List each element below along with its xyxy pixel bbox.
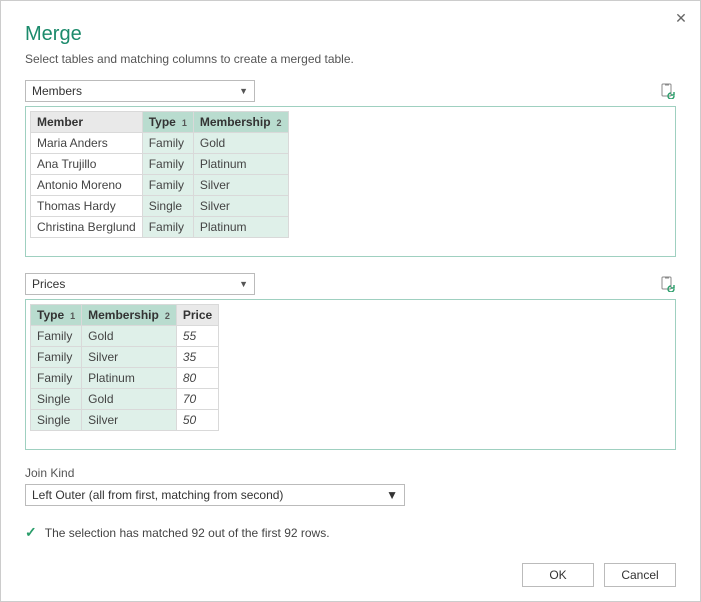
dialog-subtitle: Select tables and matching columns to cr… <box>25 52 676 66</box>
table-cell: 50 <box>176 410 218 431</box>
table-cell: Antonio Moreno <box>31 175 143 196</box>
table-cell: Silver <box>193 175 288 196</box>
column-header[interactable]: Type1 <box>142 112 193 133</box>
match-order-badge: 1 <box>64 311 75 321</box>
table1-dropdown-value: Members <box>32 84 82 98</box>
table-cell: Gold <box>82 326 177 347</box>
table-row[interactable]: SingleGold70 <box>31 389 219 410</box>
column-header[interactable]: Type1 <box>31 305 82 326</box>
table-row[interactable]: Thomas HardySingleSilver <box>31 196 289 217</box>
table-row[interactable]: Ana TrujilloFamilyPlatinum <box>31 154 289 175</box>
table-cell: Family <box>142 175 193 196</box>
ok-button[interactable]: OK <box>522 563 594 587</box>
refresh-preview-icon[interactable] <box>660 276 676 292</box>
table-cell: Family <box>31 368 82 389</box>
join-kind-label: Join Kind <box>25 466 676 480</box>
table1-grid[interactable]: MemberType1Membership2Maria AndersFamily… <box>30 111 289 238</box>
table2-grid[interactable]: Type1Membership2PriceFamilyGold55FamilyS… <box>30 304 219 431</box>
table-cell: Platinum <box>193 154 288 175</box>
table-cell: 35 <box>176 347 218 368</box>
table-cell: Gold <box>193 133 288 154</box>
table-row[interactable]: FamilyGold55 <box>31 326 219 347</box>
table1-preview: MemberType1Membership2Maria AndersFamily… <box>25 106 676 257</box>
table-cell: Silver <box>193 196 288 217</box>
merge-dialog: ✕ Merge Select tables and matching colum… <box>0 0 701 602</box>
table-row[interactable]: FamilyPlatinum80 <box>31 368 219 389</box>
table-row[interactable]: FamilySilver35 <box>31 347 219 368</box>
table-cell: Gold <box>82 389 177 410</box>
table2-preview: Type1Membership2PriceFamilyGold55FamilyS… <box>25 299 676 450</box>
table-cell: 80 <box>176 368 218 389</box>
table-cell: Silver <box>82 410 177 431</box>
table-cell: Family <box>31 326 82 347</box>
table-cell: Family <box>31 347 82 368</box>
match-order-badge: 2 <box>159 311 170 321</box>
check-icon: ✓ <box>25 524 37 541</box>
table-cell: Christina Berglund <box>31 217 143 238</box>
match-order-badge: 1 <box>176 118 187 128</box>
table-cell: 55 <box>176 326 218 347</box>
match-status: ✓ The selection has matched 92 out of th… <box>25 524 676 541</box>
column-header[interactable]: Membership2 <box>193 112 288 133</box>
table-cell: Family <box>142 154 193 175</box>
table-row[interactable]: Antonio MorenoFamilySilver <box>31 175 289 196</box>
table-cell: Family <box>142 133 193 154</box>
table-cell: Maria Anders <box>31 133 143 154</box>
refresh-preview-icon[interactable] <box>660 83 676 99</box>
table-row[interactable]: Christina BerglundFamilyPlatinum <box>31 217 289 238</box>
cancel-button[interactable]: Cancel <box>604 563 676 587</box>
table-cell: Single <box>31 410 82 431</box>
table2-dropdown-value: Prices <box>32 277 65 291</box>
table2-dropdown[interactable]: Prices ▼ <box>25 273 255 295</box>
chevron-down-icon: ▼ <box>239 279 248 289</box>
join-kind-value: Left Outer (all from first, matching fro… <box>32 488 283 502</box>
column-header[interactable]: Price <box>176 305 218 326</box>
table-cell: Single <box>31 389 82 410</box>
table1-dropdown[interactable]: Members ▼ <box>25 80 255 102</box>
close-icon[interactable]: ✕ <box>670 7 692 29</box>
chevron-down-icon: ▼ <box>386 488 398 502</box>
table-cell: Platinum <box>193 217 288 238</box>
dialog-title: Merge <box>25 23 676 46</box>
column-header[interactable]: Member <box>31 112 143 133</box>
table-cell: Family <box>142 217 193 238</box>
table-cell: Ana Trujillo <box>31 154 143 175</box>
column-header[interactable]: Membership2 <box>82 305 177 326</box>
table-cell: 70 <box>176 389 218 410</box>
table-cell: Single <box>142 196 193 217</box>
table-cell: Silver <box>82 347 177 368</box>
chevron-down-icon: ▼ <box>239 86 248 96</box>
match-status-text: The selection has matched 92 out of the … <box>45 526 330 540</box>
table-cell: Thomas Hardy <box>31 196 143 217</box>
match-order-badge: 2 <box>271 118 282 128</box>
join-kind-dropdown[interactable]: Left Outer (all from first, matching fro… <box>25 484 405 506</box>
table-cell: Platinum <box>82 368 177 389</box>
table-row[interactable]: SingleSilver50 <box>31 410 219 431</box>
table-row[interactable]: Maria AndersFamilyGold <box>31 133 289 154</box>
